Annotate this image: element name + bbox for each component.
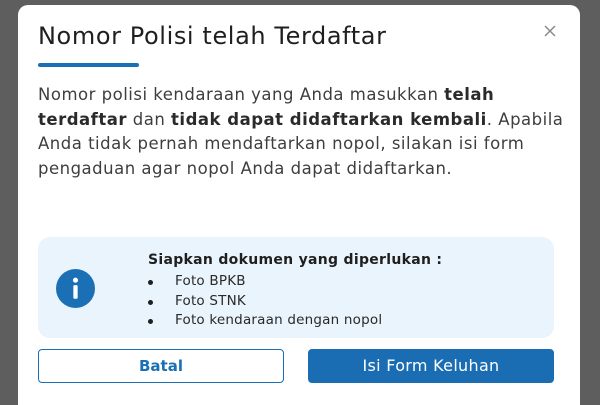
documents-list: Foto BPKB Foto STNK Foto kendaraan denga… [148,272,382,331]
documents-info-box: Siapkan dokumen yang diperlukan : Foto B… [38,237,554,338]
list-item: Foto kendaraan dengan nopol [148,311,382,331]
message-bold-cannot-register: tidak dapat didaftarkan kembali [171,109,487,129]
list-item: Foto BPKB [148,272,382,292]
dialog-message: Nomor polisi kendaraan yang Anda masukka… [38,83,568,181]
dialog-title: Nomor Polisi telah Terdaftar [38,22,387,50]
info-icon [56,269,95,308]
close-icon[interactable] [542,23,558,39]
message-text-1: Nomor polisi kendaraan yang Anda masukka… [38,85,445,104]
cancel-button[interactable]: Batal [38,349,284,383]
message-text-2: dan [127,109,172,129]
title-underline [38,63,139,67]
complaint-form-button[interactable]: Isi Form Keluhan [308,349,554,383]
info-heading: Siapkan dokumen yang diperlukan : [148,252,443,268]
list-item: Foto STNK [148,292,382,312]
registered-plate-dialog: Nomor Polisi telah Terdaftar Nomor polis… [18,5,580,405]
